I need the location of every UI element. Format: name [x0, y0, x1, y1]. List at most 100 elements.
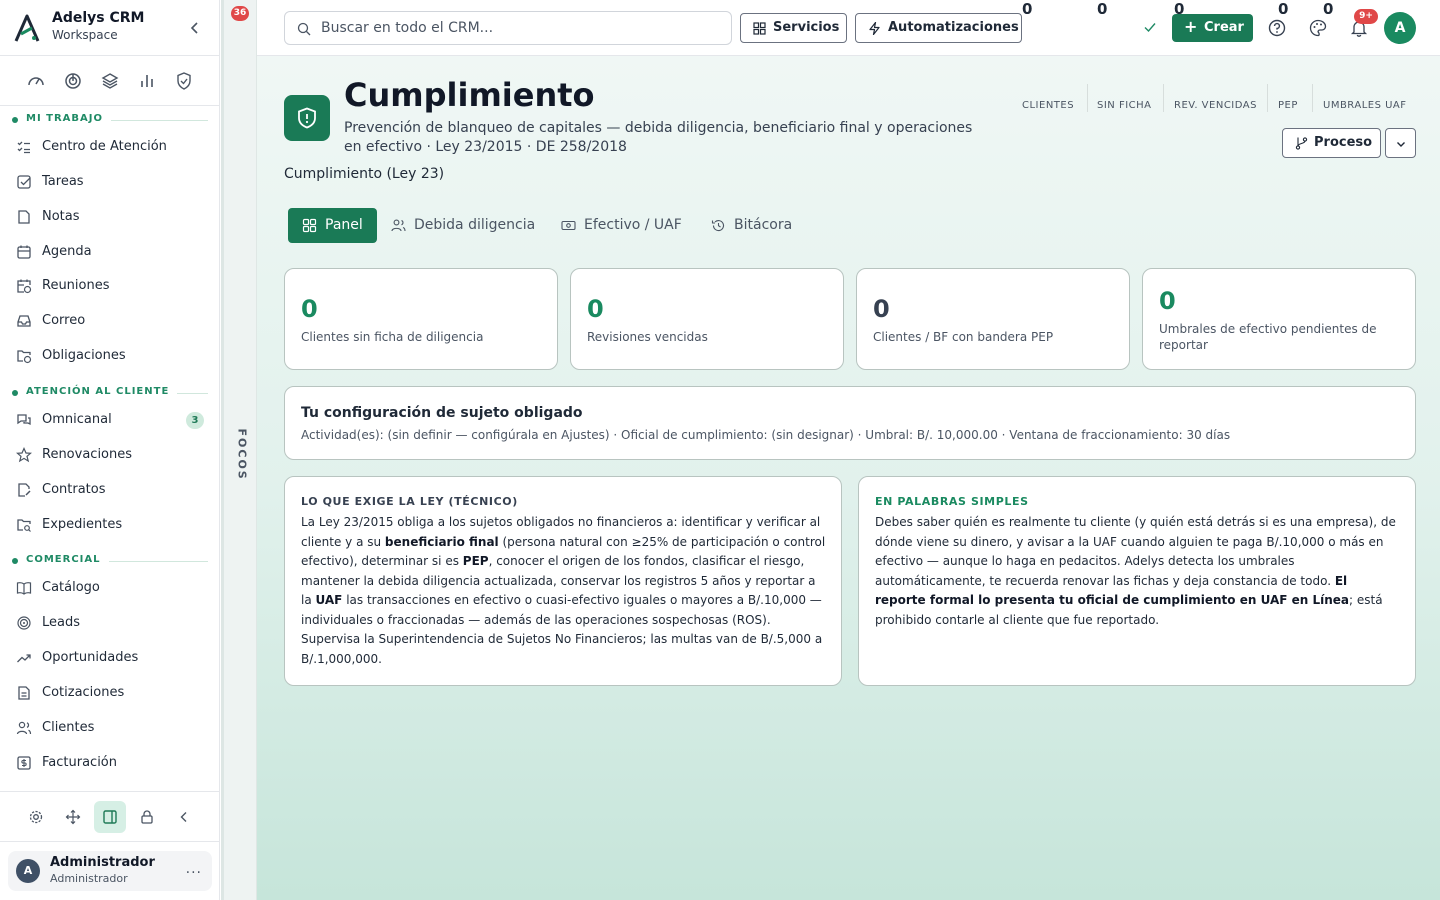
more-options-icon[interactable]: ...	[186, 861, 202, 877]
automations-button[interactable]: Automatizaciones	[855, 13, 1022, 43]
sidebar-item-obligaciones[interactable]: Obligaciones	[8, 341, 212, 371]
collapse-sidebar-icon[interactable]	[186, 18, 204, 38]
tab-debida-diligencia[interactable]: Debida diligencia	[377, 208, 547, 243]
process-label: Proceso	[1314, 135, 1373, 150]
automations-label: Automatizaciones	[888, 20, 1019, 35]
user-name: Administrador	[50, 855, 155, 870]
sidebar-item-leads[interactable]: Leads	[8, 608, 212, 638]
tab-panel[interactable]: Panel	[288, 208, 377, 243]
sidebar-item-label: Cotizaciones	[42, 685, 125, 700]
calendar-clock-icon	[17, 279, 32, 294]
brand-name: Adelys CRM	[52, 10, 145, 26]
services-button[interactable]: Servicios	[740, 13, 847, 43]
note-icon	[18, 210, 30, 224]
sidebar-item-correo[interactable]: Correo	[8, 306, 212, 336]
sidebar-item-tareas[interactable]: Tareas	[8, 167, 212, 197]
layers-icon[interactable]	[100, 71, 120, 91]
shield-check-icon[interactable]	[174, 71, 194, 91]
chat-icon	[17, 414, 31, 426]
tab-label: Efectivo / UAF	[584, 217, 682, 233]
services-label: Servicios	[773, 20, 840, 35]
lightning-icon	[869, 22, 880, 35]
process-button[interactable]: Proceso	[1282, 128, 1381, 158]
plus-icon: +	[1184, 17, 1198, 36]
sidebar-item-cotizaciones[interactable]: Cotizaciones	[8, 678, 212, 708]
tab-bitacora[interactable]: Bitácora	[697, 208, 807, 243]
folder-clock-icon	[17, 350, 32, 364]
sidebar-item-omnicanal[interactable]: Omnicanal 3	[8, 405, 212, 435]
kpi-value: 0	[301, 295, 318, 323]
sidebar-item-reuniones[interactable]: Reuniones	[8, 271, 212, 301]
sidebar-item-notas[interactable]: Notas	[8, 202, 212, 232]
main-content: Servicios Automatizaciones + Crear 9+ A …	[257, 0, 1440, 900]
sidebar-item-label: Reuniones	[42, 278, 110, 293]
panel-toggle-button[interactable]	[94, 801, 126, 833]
settings-button[interactable]	[20, 801, 52, 833]
star-icon	[16, 447, 32, 463]
kpi-card-umbrales[interactable]: 0 Umbrales de efectivo pendientes de rep…	[1142, 268, 1416, 370]
search-box[interactable]	[284, 11, 732, 45]
trend-icon	[17, 654, 31, 663]
sidebar-item-expedientes[interactable]: Expedientes	[8, 510, 212, 540]
sidebar-item-agenda[interactable]: Agenda	[8, 237, 212, 267]
focos-panel[interactable]: 36 FOCOS	[221, 0, 257, 900]
sidebar-item-label: Clientes	[42, 720, 95, 735]
sidebar-item-label: Correo	[42, 313, 86, 328]
breadcrumb[interactable]: Cumplimiento (Ley 23)	[284, 166, 444, 182]
user-card[interactable]: A Administrador Administrador ...	[8, 851, 212, 891]
move-button[interactable]	[57, 801, 89, 833]
simple-explanation-card: EN PALABRAS SIMPLES Debes saber quién es…	[858, 476, 1416, 686]
kpi-label: Clientes / BF con bandera PEP	[873, 330, 1054, 344]
sync-check-icon	[1144, 23, 1156, 33]
quick-access-bar	[0, 56, 220, 106]
file-edit-icon	[18, 483, 31, 497]
tab-label: Panel	[325, 217, 363, 233]
sidebar-item-centro-atencion[interactable]: Centro de Atención	[8, 132, 212, 162]
section-atencion-cliente: ATENCIÓN AL CLIENTE	[12, 386, 208, 400]
gauge-icon[interactable]	[26, 71, 46, 91]
sidebar-item-label: Leads	[42, 615, 81, 630]
tab-efectivo-uaf[interactable]: Efectivo / UAF	[547, 208, 697, 243]
notifications-badge: 9+	[1354, 9, 1378, 24]
kpi-card-pep[interactable]: 0 Clientes / BF con bandera PEP	[856, 268, 1130, 370]
kpi-label: Revisiones vencidas	[587, 330, 708, 344]
sidebar-item-clientes[interactable]: Clientes	[8, 713, 212, 743]
sidebar-item-facturacion[interactable]: Facturación	[8, 748, 212, 778]
history-icon	[711, 220, 724, 232]
sidebar-item-label: Notas	[42, 209, 80, 224]
bar-chart-icon[interactable]	[137, 71, 157, 91]
lock-button[interactable]	[131, 801, 163, 833]
user-role: Administrador	[50, 872, 128, 885]
module-icon-tile	[284, 95, 330, 141]
sidebar-item-label: Oportunidades	[42, 650, 139, 665]
kpi-value: 0	[1159, 287, 1176, 315]
checkbox-icon	[17, 175, 31, 189]
sidebar-item-label: Renovaciones	[42, 447, 133, 462]
document-icon	[18, 686, 30, 700]
config-title: Tu configuración de sujeto obligado	[301, 405, 583, 421]
law-requirements-card: LO QUE EXIGE LA LEY (TÉCNICO) La Ley 23/…	[284, 476, 842, 686]
search-input[interactable]	[321, 18, 721, 38]
collapse-button[interactable]	[168, 801, 200, 833]
user-avatar-button[interactable]: A	[1384, 12, 1416, 44]
create-button[interactable]: + Crear	[1172, 14, 1253, 42]
palette-icon[interactable]	[1308, 18, 1328, 38]
more-actions-dropdown[interactable]	[1385, 128, 1416, 158]
sidebar-item-label: Agenda	[42, 244, 92, 259]
create-label: Crear	[1204, 20, 1244, 35]
help-icon[interactable]	[1267, 18, 1287, 38]
dashboard-icon	[302, 218, 317, 233]
shield-alert-icon	[298, 107, 316, 129]
kpi-card-sin-ficha[interactable]: 0 Clientes sin ficha de diligencia	[284, 268, 558, 370]
resize-rail[interactable]	[221, 0, 224, 900]
sidebar-item-renovaciones[interactable]: Renovaciones	[8, 440, 212, 470]
users-icon	[16, 721, 32, 735]
kpi-card-revisiones-vencidas[interactable]: 0 Revisiones vencidas	[570, 268, 844, 370]
sidebar-item-catalogo[interactable]: Catálogo	[8, 573, 212, 603]
sidebar-item-contratos[interactable]: Contratos	[8, 475, 212, 505]
sidebar-item-oportunidades[interactable]: Oportunidades	[8, 643, 212, 673]
omnicanal-count-badge: 3	[186, 412, 204, 429]
book-icon	[16, 582, 32, 595]
sidebar-item-label: Facturación	[42, 755, 117, 770]
target-chart-icon[interactable]	[63, 71, 83, 91]
